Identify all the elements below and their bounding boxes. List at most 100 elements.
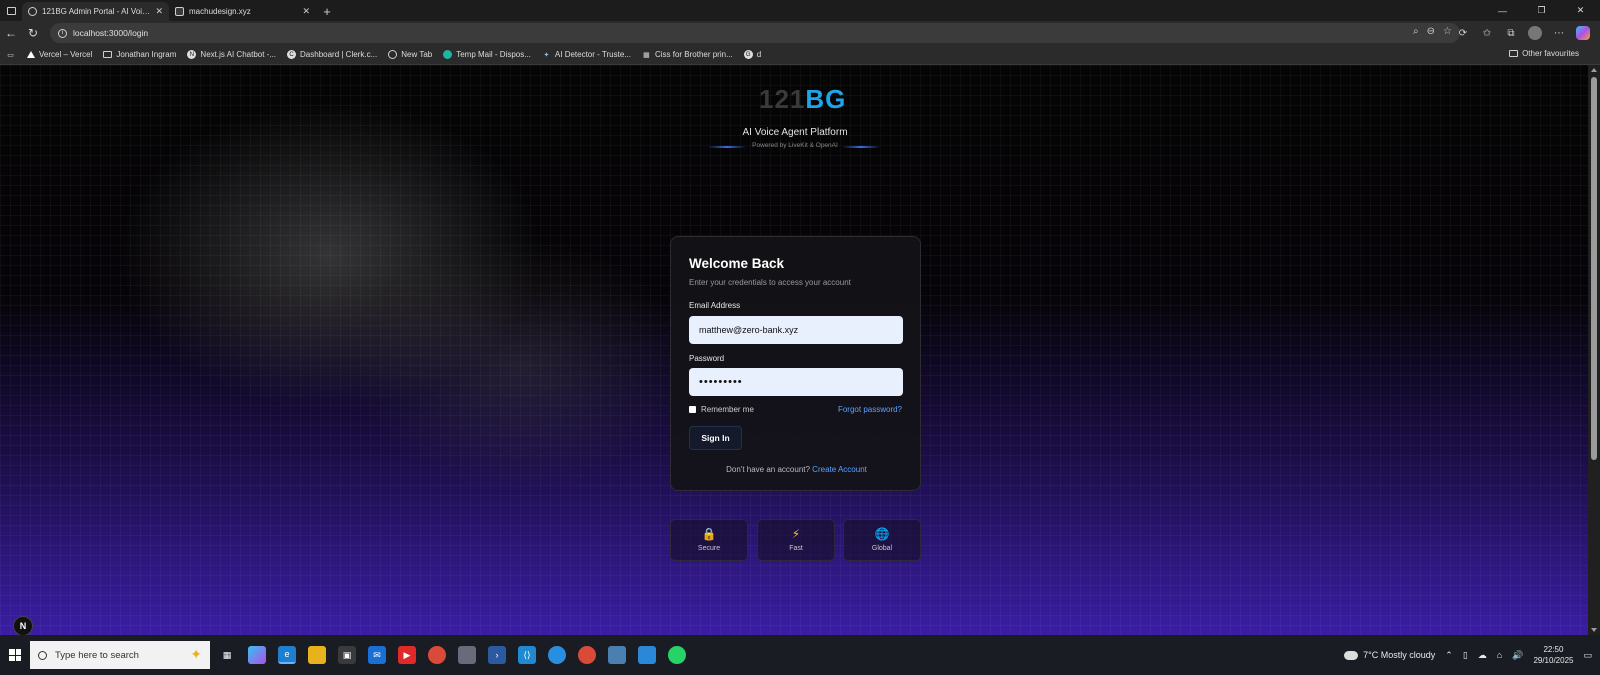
tab-admin-portal[interactable]: 121BG Admin Portal - AI Voice A... ✕: [22, 2, 169, 21]
windows-icon: [9, 649, 21, 661]
google-icon: G: [743, 50, 753, 59]
notifications-icon[interactable]: ▭: [1583, 650, 1592, 661]
edge-beta-icon[interactable]: [548, 646, 566, 664]
decorative-line-right: [842, 146, 880, 148]
restore-button[interactable]: ❐: [1522, 0, 1561, 21]
create-account-link[interactable]: Create Account: [812, 465, 867, 474]
file-explorer-icon[interactable]: [308, 646, 326, 664]
email-field[interactable]: matthew@zero-bank.xyz: [689, 316, 903, 344]
site-info-icon[interactable]: i: [58, 28, 67, 38]
chevron-up-icon[interactable]: ⌃: [1445, 650, 1453, 661]
app-icon[interactable]: [458, 646, 476, 664]
volume-icon[interactable]: 🔊: [1512, 650, 1523, 661]
tab-actions-icon: [6, 6, 16, 15]
toolbar-right: ⟳ ✩ ⧉ ⋯: [1454, 23, 1592, 43]
copilot-app-icon[interactable]: [248, 646, 266, 664]
powershell-icon[interactable]: ›: [488, 646, 506, 664]
weather-widget[interactable]: 7°C Mostly cloudy: [1344, 650, 1435, 660]
whatsapp-icon[interactable]: [668, 646, 686, 664]
bookmark-ciss[interactable]: ▦ Ciss for Brother prin...: [642, 50, 733, 59]
search-placeholder: Type here to search: [55, 649, 139, 661]
bookmark-aidetector[interactable]: ✦ AI Detector - Truste...: [542, 50, 630, 59]
bookmark-newtab[interactable]: New Tab: [388, 50, 432, 59]
folder-icon: [103, 51, 113, 58]
notes-icon[interactable]: [608, 646, 626, 664]
youtube-icon[interactable]: ▶: [398, 646, 416, 664]
star-icon[interactable]: ☆: [1443, 26, 1452, 37]
printer-icon: ▦: [643, 51, 650, 59]
page-title: Welcome Back: [689, 256, 785, 271]
search-icon: [38, 650, 47, 660]
folder-icon: [1509, 50, 1519, 57]
scrollbar-thumb[interactable]: [1591, 77, 1597, 460]
bookmark-tempmail[interactable]: Temp Mail - Dispos...: [443, 50, 531, 59]
more-icon[interactable]: ⋯: [1550, 23, 1568, 43]
back-button[interactable]: ←: [0, 22, 22, 44]
reload-button[interactable]: ↻: [22, 22, 44, 44]
page-scrollbar[interactable]: [1588, 65, 1600, 635]
bookmark-d[interactable]: Gd: [743, 50, 761, 59]
store-icon[interactable]: ▣: [338, 646, 356, 664]
address-bar[interactable]: i localhost:3000/login ⌕ ⊖ ☆: [50, 23, 1460, 43]
clock-time: 22:50: [1543, 645, 1564, 654]
tab-actions-button[interactable]: [0, 0, 22, 21]
bookmark-jonathan[interactable]: Jonathan Ingram: [103, 50, 176, 59]
close-tab-icon[interactable]: ✕: [155, 6, 163, 17]
sign-in-button[interactable]: Sign In: [689, 426, 742, 450]
globe-icon: [388, 50, 398, 59]
weather-text: 7°C Mostly cloudy: [1363, 650, 1436, 660]
ai-detector-icon: ✦: [543, 51, 550, 59]
network-icon[interactable]: ⌂: [1497, 650, 1502, 660]
scroll-up-icon[interactable]: [1591, 68, 1597, 72]
brand-logo: 121BG: [759, 84, 847, 114]
chrome-icon[interactable]: [428, 646, 446, 664]
close-window-button[interactable]: ✕: [1561, 0, 1600, 21]
chrome-profile-icon[interactable]: [578, 646, 596, 664]
start-button[interactable]: [0, 635, 30, 675]
password-label: Password: [689, 354, 725, 363]
copilot-button[interactable]: [1574, 23, 1592, 43]
password-field[interactable]: •••••••••: [689, 368, 903, 396]
photos-icon[interactable]: [638, 646, 656, 664]
profile-button[interactable]: [1526, 23, 1544, 43]
refresh-icon[interactable]: ⟳: [1454, 23, 1472, 43]
new-tab-button[interactable]: +: [316, 2, 338, 21]
remember-label: Remember me: [701, 405, 754, 414]
bookmark-clerk[interactable]: C Dashboard | Clerk.c...: [287, 50, 377, 59]
extensions-icon[interactable]: ⧉: [1502, 23, 1520, 43]
bookmark-vercel[interactable]: Vercel – Vercel: [26, 50, 92, 59]
remember-me[interactable]: Remember me: [689, 405, 754, 414]
clerk-icon: C: [287, 50, 297, 59]
onedrive-icon[interactable]: ☁: [1478, 650, 1487, 661]
bookmarks-bar: ▭ Vercel – Vercel Jonathan Ingram N Next.…: [0, 45, 1600, 65]
reader-icon[interactable]: ⊖: [1427, 26, 1435, 37]
mail-icon[interactable]: ✉: [368, 646, 386, 664]
edge-icon[interactable]: e: [278, 646, 296, 664]
task-view-icon[interactable]: ▦: [218, 646, 236, 664]
scroll-down-icon[interactable]: [1591, 628, 1597, 632]
bookmark-nextjs[interactable]: N Next.js AI Chatbot -...: [187, 50, 276, 59]
system-tray: 7°C Mostly cloudy ⌃ ▯ ☁ ⌂ 🔊 22:50 29/10/…: [1344, 635, 1600, 675]
tempmail-icon: [443, 50, 453, 59]
feature-fast: ⚡ Fast: [757, 519, 835, 561]
copilot-icon: [1576, 26, 1590, 40]
lock-icon: 🔒: [701, 527, 717, 541]
forgot-password-link[interactable]: Forgot password?: [838, 405, 902, 414]
bookmarks-menu-button[interactable]: ▭: [6, 50, 15, 59]
site-favicon-icon: [175, 7, 184, 16]
taskbar-clock[interactable]: 22:50 29/10/2025: [1533, 644, 1573, 666]
feature-label: Fast: [789, 545, 803, 552]
remember-checkbox[interactable]: [689, 406, 696, 413]
taskbar-search[interactable]: Type here to search ✦: [30, 641, 210, 669]
favourites-icon[interactable]: ✩: [1478, 23, 1496, 43]
minimize-button[interactable]: —: [1483, 0, 1522, 21]
email-label: Email Address: [689, 301, 741, 310]
search-icon[interactable]: ⌕: [1413, 26, 1419, 37]
feature-label: Secure: [697, 545, 721, 552]
vscode-icon[interactable]: ⟨⟩: [518, 646, 536, 664]
nextjs-dev-badge[interactable]: N: [13, 616, 33, 636]
other-favourites[interactable]: Other favourites: [1509, 49, 1579, 58]
close-tab-icon[interactable]: ✕: [302, 6, 310, 17]
tab-machudesign[interactable]: machudesign.xyz ✕: [169, 2, 316, 21]
battery-icon[interactable]: ▯: [1463, 650, 1468, 661]
